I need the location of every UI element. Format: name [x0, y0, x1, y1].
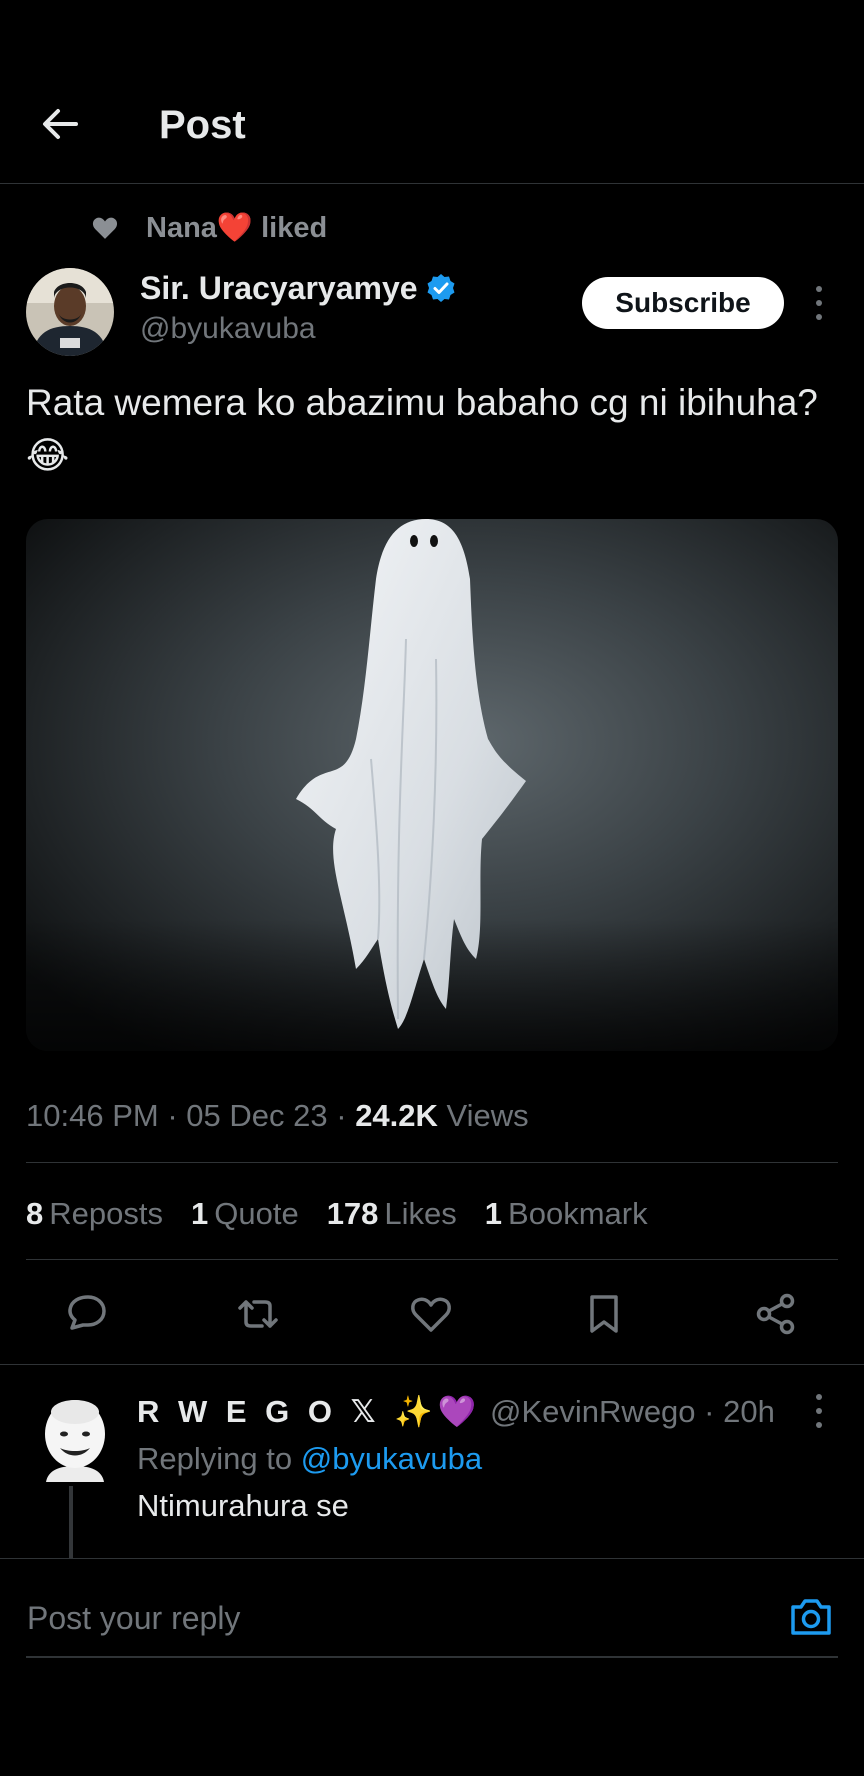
- reply-text: Ntimurahura se: [137, 1488, 349, 1523]
- camera-button[interactable]: [788, 1594, 834, 1640]
- quotes-stat[interactable]: 1 Quote: [191, 1192, 299, 1236]
- subscribe-button[interactable]: Subscribe: [582, 277, 784, 329]
- views-count: 24.2K: [355, 1098, 438, 1133]
- back-button[interactable]: [38, 102, 82, 146]
- replying-to: Replying to @byukavuba: [137, 1441, 483, 1476]
- heart-icon: [92, 217, 118, 239]
- divider: [0, 1364, 864, 1365]
- social-action: liked: [261, 212, 328, 244]
- page-title: Post: [159, 103, 246, 147]
- reply-button[interactable]: [62, 1290, 110, 1338]
- reply-more-options-icon[interactable]: [813, 1394, 825, 1428]
- reply-author-name[interactable]: R W E G O 𝕏 ✨💜: [137, 1394, 481, 1429]
- avatar[interactable]: [26, 268, 114, 356]
- post-text: Rata wemera ko abazimu babaho cg ni ibih…: [26, 382, 818, 476]
- repost-icon: [238, 1300, 278, 1328]
- reply-composer: [0, 1558, 864, 1776]
- bookmark-button[interactable]: [580, 1290, 628, 1338]
- post-image[interactable]: [26, 519, 838, 1051]
- reply-input[interactable]: Post your reply: [27, 1598, 240, 1638]
- reply-handle-time[interactable]: @KevinRwego · 20h: [490, 1394, 775, 1429]
- author-name[interactable]: Sir. Uracyaryamye: [140, 268, 418, 308]
- author-handle[interactable]: @byukavuba: [140, 310, 316, 348]
- post-meta: 10:46 PM · 05 Dec 23 · 24.2K Views: [26, 1098, 529, 1133]
- ghost-image: [26, 519, 838, 1051]
- reply-icon: [68, 1295, 106, 1330]
- top-bar: [0, 0, 864, 184]
- repost-button[interactable]: [234, 1290, 282, 1338]
- views-label: Views: [446, 1098, 529, 1133]
- author-name-row[interactable]: Sir. Uracyaryamye: [140, 268, 456, 308]
- social-context[interactable]: Nana❤️ liked: [92, 208, 327, 248]
- reposts-stat[interactable]: 8 Reposts: [26, 1192, 163, 1236]
- social-user: Nana: [146, 212, 217, 244]
- likes-stat[interactable]: 178 Likes: [327, 1192, 457, 1236]
- divider: [26, 1259, 838, 1260]
- replying-handle-link[interactable]: @byukavuba: [301, 1441, 482, 1476]
- post-stats: 8 Reposts 1 Quote 178 Likes 1 Bookmark: [26, 1192, 676, 1236]
- thread-line: [69, 1486, 73, 1562]
- post-date: 05 Dec 23: [186, 1098, 328, 1133]
- camera-icon: [791, 1599, 831, 1635]
- reply-avatar[interactable]: [40, 1396, 110, 1482]
- arrow-left-icon: [43, 109, 78, 139]
- divider: [26, 1162, 838, 1163]
- composer-underline: [26, 1656, 838, 1658]
- more-options-icon[interactable]: [813, 286, 825, 320]
- verified-badge-icon: [427, 274, 455, 302]
- share-button[interactable]: [752, 1290, 800, 1338]
- social-emoji: ❤️: [216, 212, 254, 244]
- post-time: 10:46 PM: [26, 1098, 159, 1133]
- share-icon: [756, 1293, 795, 1335]
- reply-header[interactable]: R W E G O 𝕏 ✨💜 @KevinRwego · 20h: [137, 1390, 775, 1434]
- bookmarks-stat[interactable]: 1 Bookmark: [485, 1192, 648, 1236]
- like-icon: [411, 1297, 451, 1332]
- bookmark-icon: [590, 1295, 618, 1333]
- like-button[interactable]: [407, 1290, 455, 1338]
